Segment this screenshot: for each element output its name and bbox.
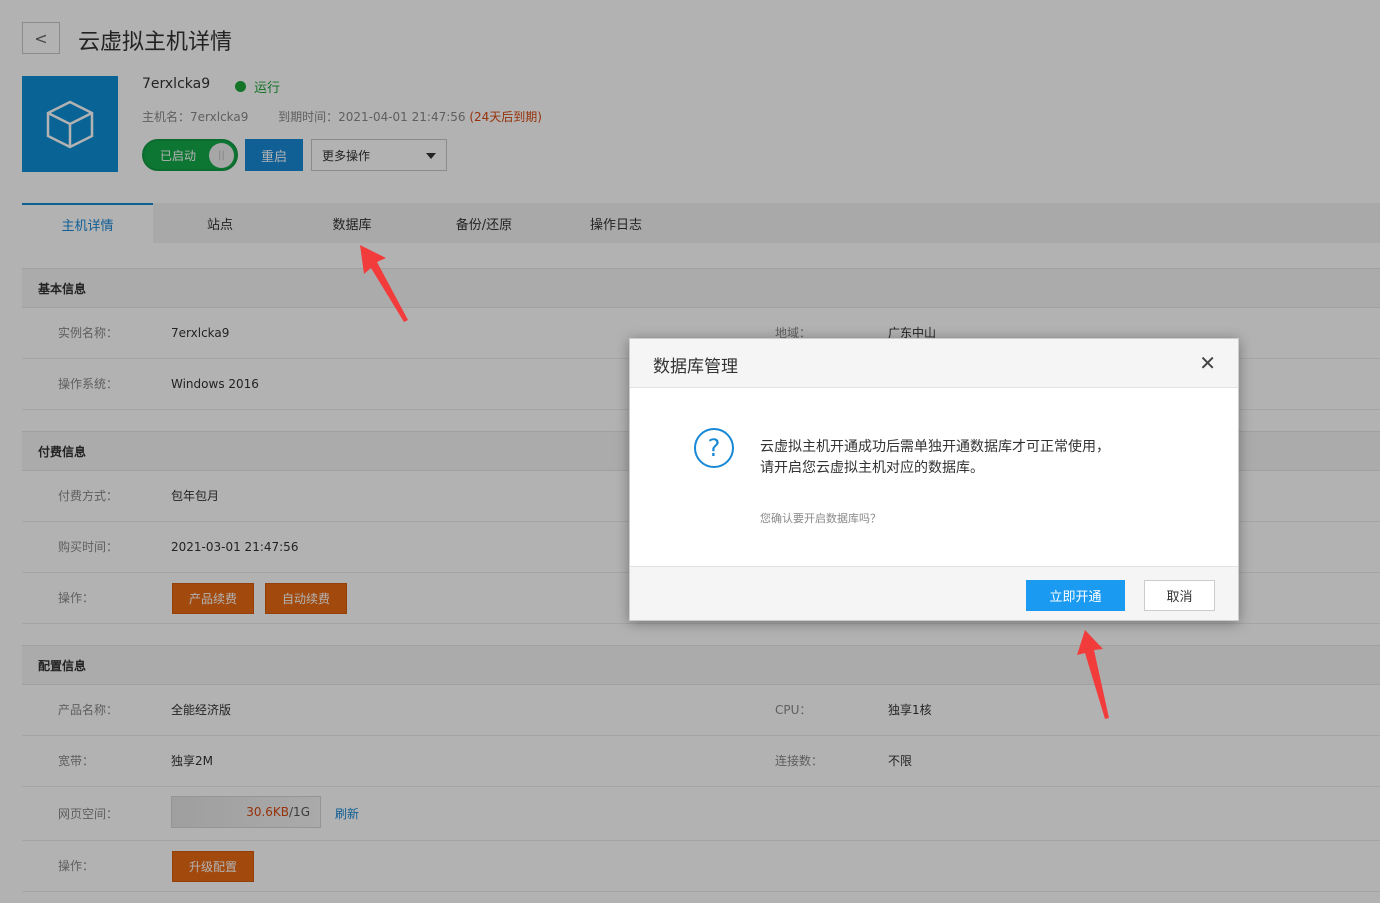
- arrow-to-database-tab: [360, 245, 408, 322]
- annotation-arrows: [360, 245, 1109, 719]
- arrow-to-open-button: [1077, 630, 1109, 719]
- page: < 云虚拟主机详情 7erxlcka9 运行 主机名：7erxlcka9 到期时…: [0, 0, 1380, 903]
